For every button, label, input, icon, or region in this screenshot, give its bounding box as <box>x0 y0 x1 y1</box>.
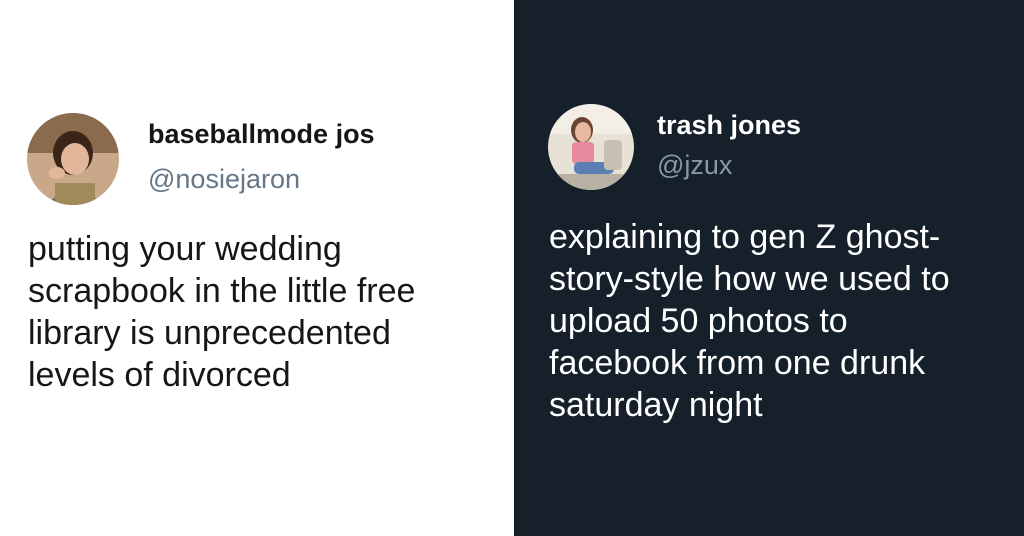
tweet-text: putting your wedding scrapbook in the li… <box>28 228 498 396</box>
profile-photo-icon <box>548 104 634 190</box>
tweet-comparison: baseballmode jos @nosiejaron putting you… <box>0 0 1024 536</box>
tweet-card-left: baseballmode jos @nosiejaron putting you… <box>0 0 514 536</box>
profile-photo-icon <box>27 113 119 205</box>
tweet-card-right: trash jones @jzux explaining to gen Z gh… <box>514 0 1024 536</box>
user-handle[interactable]: @jzux <box>657 149 732 181</box>
tweet-text-line: library is unprecedented <box>28 314 391 352</box>
tweet-text-line: levels of divorced <box>28 356 291 394</box>
tweet-text-line: putting your wedding <box>28 230 342 268</box>
display-name[interactable]: trash jones <box>657 109 801 141</box>
tweet-text-line: scrapbook in the little free <box>28 272 416 310</box>
avatar[interactable] <box>27 113 119 205</box>
tweet-text: explaining to gen Z ghost- story-style h… <box>549 216 999 426</box>
tweet-text-line: story-style how we used to <box>549 260 950 298</box>
display-name[interactable]: baseballmode jos <box>148 118 375 150</box>
tweet-text-line: saturday night <box>549 386 763 424</box>
tweet-text-line: explaining to gen Z ghost- <box>549 218 941 256</box>
user-handle[interactable]: @nosiejaron <box>148 163 300 195</box>
tweet-text-line: facebook from one drunk <box>549 344 926 382</box>
tweet-text-line: upload 50 photos to <box>549 302 848 340</box>
avatar[interactable] <box>548 104 634 190</box>
